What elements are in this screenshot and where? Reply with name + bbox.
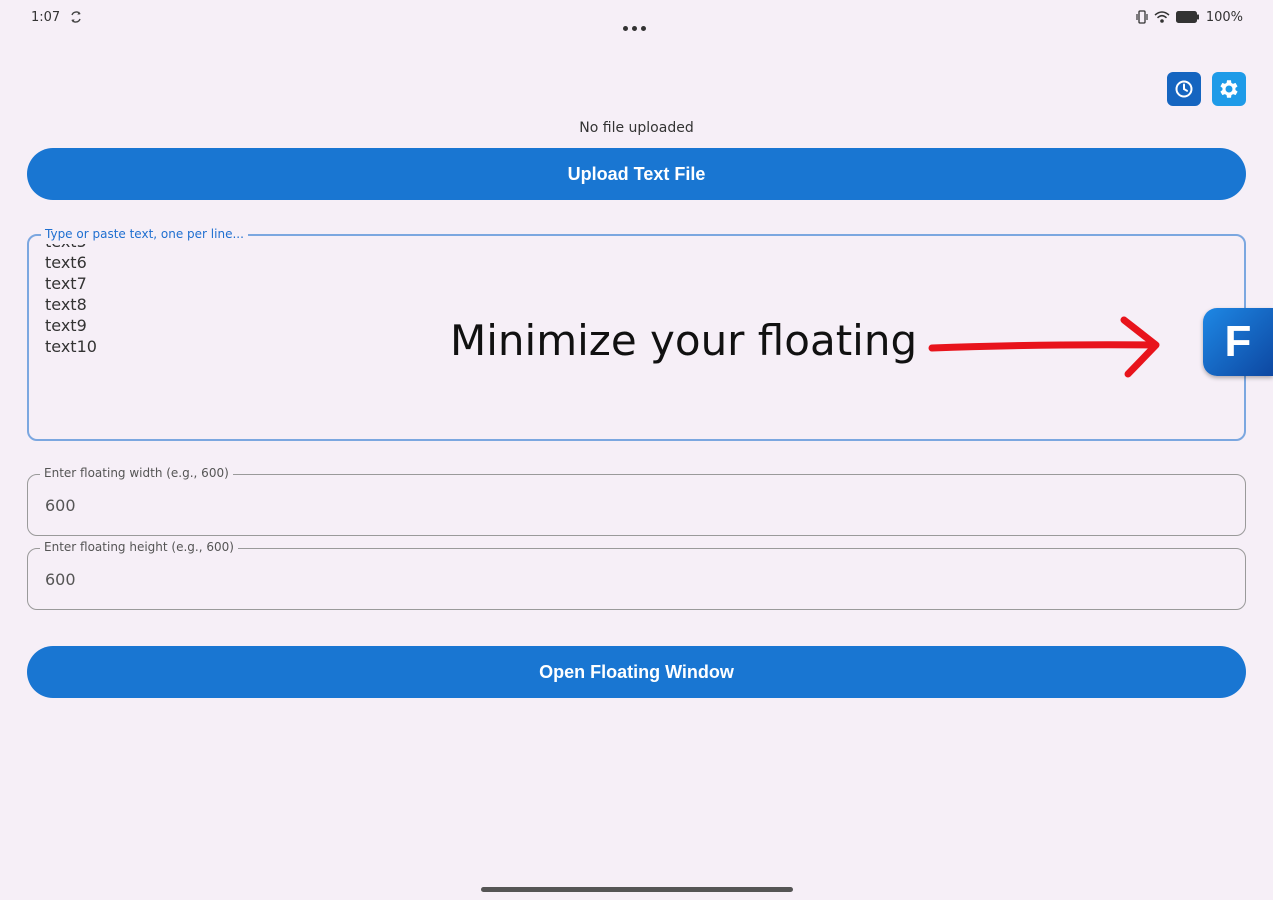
text-lines-input-label: Type or paste text, one per line... [41,227,248,241]
vibrate-icon [1136,10,1148,24]
file-status-text: No file uploaded [579,120,694,136]
battery-icon [1175,11,1199,23]
status-bar: 1:07 100% [0,0,1273,36]
text-line: text8 [45,295,87,314]
text-line: text9 [45,316,87,335]
battery-percentage: 100% [1205,9,1243,25]
red-arrow-icon [928,316,1160,378]
wifi-icon [1154,11,1170,23]
text-line: text5 [45,244,445,252]
floating-bubble[interactable]: F [1203,308,1273,376]
text-line: text6 [45,253,87,272]
sync-icon [71,11,81,23]
floating-bubble-letter: F [1224,317,1252,366]
upload-text-file-button[interactable]: Upload Text File [27,148,1246,200]
floating-height-field[interactable]: Enter floating height (e.g., 600) 600 [27,540,1246,610]
text-line: text10 [45,337,97,356]
history-icon [1175,80,1193,98]
text-lines-content: text5 text6 text7 text8 text9 text10 [45,244,445,434]
home-indicator[interactable] [481,887,793,892]
floating-height-label: Enter floating height (e.g., 600) [40,540,238,554]
overlay-caption: Minimize your floating [450,316,918,365]
status-time: 1:07 [31,10,61,25]
history-button[interactable] [1167,72,1201,106]
status-right-icons: 100% [1136,9,1243,25]
gear-icon [1220,80,1238,98]
floating-width-label: Enter floating width (e.g., 600) [40,466,233,480]
multitask-dots-icon[interactable] [623,16,651,31]
text-line: text7 [45,274,87,293]
open-floating-window-button[interactable]: Open Floating Window [27,646,1246,698]
floating-width-value: 600 [45,496,76,515]
floating-width-field[interactable]: Enter floating width (e.g., 600) 600 [27,466,1246,536]
floating-height-value: 600 [45,570,76,589]
settings-button[interactable] [1212,72,1246,106]
